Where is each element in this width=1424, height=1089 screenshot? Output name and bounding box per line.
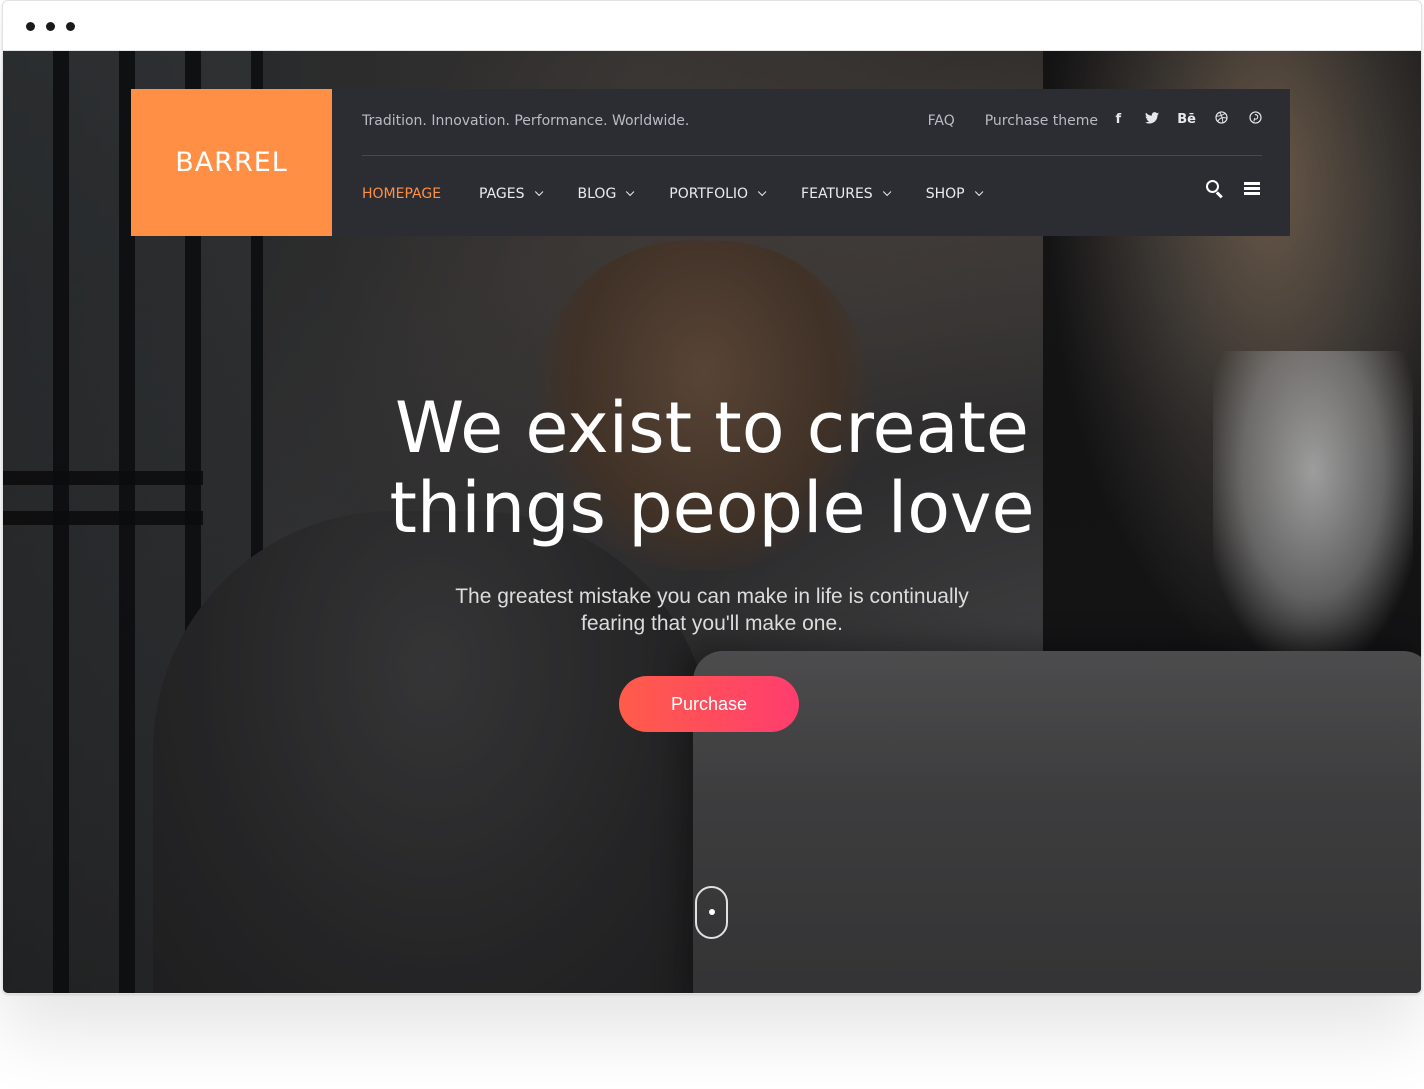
nav-item-blog[interactable]: BLOG	[577, 186, 635, 202]
logo[interactable]: BARREL	[131, 89, 332, 236]
chevron-down-icon	[757, 187, 767, 197]
menu-icon-line	[1244, 187, 1260, 190]
twitter-icon[interactable]	[1143, 111, 1161, 128]
site-header: Tradition. Innovation. Performance. Worl…	[332, 89, 1290, 236]
dribbble-svg	[1214, 111, 1228, 124]
hero-title: We exist to create things people love	[0, 388, 1424, 548]
scroll-indicator-dot	[709, 909, 715, 915]
window-dot-icon	[66, 22, 75, 31]
nav-item-homepage[interactable]: HOMEPAGE	[362, 186, 441, 202]
nav-item-shop[interactable]: SHOP	[925, 186, 983, 202]
nav-item-label: BLOG	[577, 186, 617, 202]
search-icon-handle	[1216, 191, 1223, 199]
top-links: FAQ Purchase theme	[928, 113, 1098, 129]
hero-title-line: We exist to create	[394, 387, 1030, 469]
pinterest-svg	[1248, 111, 1262, 124]
pinterest-icon[interactable]	[1246, 111, 1264, 128]
hero-subtitle: The greatest mistake you can make in lif…	[455, 585, 969, 635]
chevron-down-icon	[534, 187, 543, 197]
window-dot-icon	[46, 22, 55, 31]
search-icon[interactable]	[1206, 180, 1224, 199]
menu-icon[interactable]	[1244, 180, 1262, 198]
faq-link[interactable]: FAQ	[928, 113, 955, 129]
purchase-theme-link[interactable]: Purchase theme	[985, 113, 1098, 129]
main-nav: HOMEPAGE PAGES BLOG PORTFOLIO FEATURES S…	[362, 186, 1018, 202]
facebook-icon[interactable]: f	[1109, 112, 1127, 127]
nav-item-label: PORTFOLIO	[669, 186, 749, 202]
nav-item-portfolio[interactable]: PORTFOLIO	[669, 186, 767, 202]
nav-item-pages[interactable]: PAGES	[479, 186, 543, 202]
nav-item-label: HOMEPAGE	[362, 186, 442, 202]
behance-icon[interactable]: Bē	[1177, 112, 1196, 127]
window-dot-icon	[26, 22, 35, 31]
chevron-down-icon	[974, 187, 983, 197]
logo-text: BARREL	[175, 147, 288, 178]
menu-icon-line	[1244, 192, 1260, 195]
hero-title-line: things people love	[389, 467, 1035, 549]
menu-icon-line	[1244, 182, 1260, 185]
dribbble-icon[interactable]	[1212, 111, 1230, 128]
chevron-down-icon	[626, 187, 635, 197]
twitter-bird-svg	[1145, 111, 1160, 124]
tagline: Tradition. Innovation. Performance. Worl…	[362, 113, 690, 129]
nav-item-label: SHOP	[925, 186, 965, 202]
nav-item-label: PAGES	[479, 186, 525, 202]
nav-item-label: FEATURES	[801, 186, 873, 202]
header-actions	[1206, 180, 1262, 199]
browser-titlebar	[3, 1, 1421, 51]
header-divider	[362, 155, 1262, 156]
nav-item-features[interactable]: FEATURES	[801, 186, 892, 202]
scroll-down-icon[interactable]	[695, 886, 728, 939]
chevron-down-icon	[882, 187, 892, 197]
social-links: f Bē	[1109, 111, 1264, 128]
purchase-button[interactable]: Purchase	[619, 676, 799, 732]
